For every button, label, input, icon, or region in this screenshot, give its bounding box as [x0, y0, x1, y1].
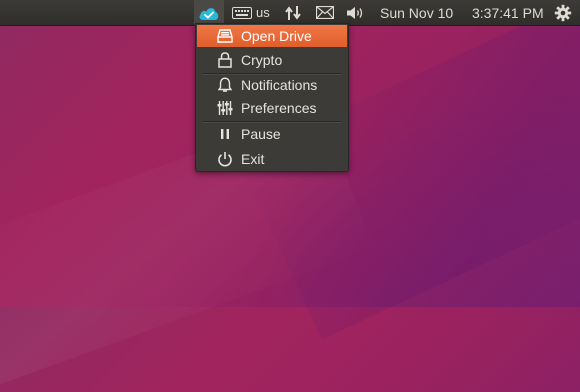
gear-icon: [554, 4, 572, 21]
clock-time[interactable]: 3:37:41 PM: [472, 0, 544, 25]
menu-item-pause[interactable]: Pause: [197, 123, 347, 145]
sound-indicator[interactable]: [346, 0, 366, 25]
menu-item-open-drive[interactable]: Open Drive: [197, 25, 347, 47]
session-menu-indicator[interactable]: [554, 0, 572, 25]
volume-icon: [347, 6, 363, 19]
menu-item-label: Pause: [241, 126, 281, 142]
menu-item-label: Notifications: [241, 77, 318, 93]
clock-date[interactable]: Sun Nov 10: [380, 0, 453, 25]
menu-item-label: Crypto: [241, 52, 283, 68]
sliders-icon: [215, 98, 235, 118]
menu-item-notifications[interactable]: Notifications: [197, 74, 347, 96]
envelope-icon: [316, 6, 334, 19]
cloud-sync-indicator[interactable]: [194, 0, 224, 25]
drive-icon: [215, 26, 235, 46]
pause-icon: [215, 124, 235, 144]
keyboard-layout-indicator[interactable]: us: [232, 0, 270, 25]
keyboard-icon: [232, 6, 252, 19]
network-arrows-icon: [285, 5, 301, 20]
network-indicator[interactable]: [284, 0, 302, 25]
keyboard-layout-label: us: [256, 5, 270, 20]
menu-item-label: Preferences: [241, 100, 317, 116]
menu-item-preferences[interactable]: Preferences: [197, 97, 347, 119]
bell-icon: [215, 75, 235, 95]
menu-item-label: Exit: [241, 151, 265, 167]
menu-item-exit[interactable]: Exit: [197, 148, 347, 170]
cloud-check-icon: [199, 7, 219, 20]
menu-item-crypto[interactable]: Crypto: [197, 49, 347, 71]
menu-item-label: Open Drive: [241, 28, 312, 44]
messaging-indicator[interactable]: [316, 0, 334, 25]
lock-icon: [215, 50, 235, 70]
cloud-sync-menu: Open Drive Crypto Notifications Preferen…: [195, 23, 349, 172]
power-icon: [215, 149, 235, 169]
